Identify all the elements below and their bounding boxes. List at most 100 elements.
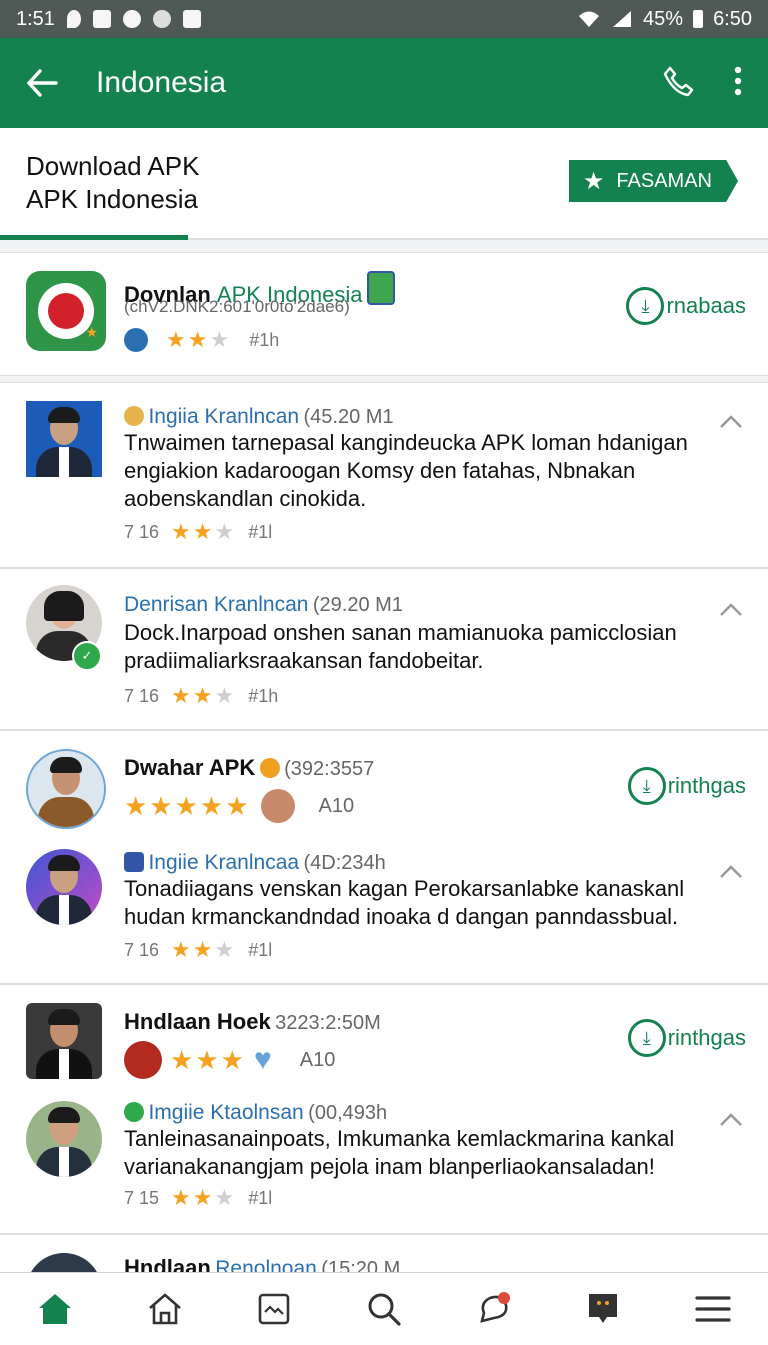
bottom-nav [0, 1272, 768, 1345]
review-number: 7 16 [124, 939, 160, 960]
back-button[interactable] [22, 63, 62, 103]
user-badge-icon [124, 406, 144, 426]
app-meta: (392:3557 [284, 758, 375, 780]
review-count: #1l [248, 1187, 273, 1208]
install-button[interactable]: ⤓ rinthgas [627, 767, 746, 805]
review-text: Tnwaimen tarnepasal kangindeucka APK lom… [124, 430, 688, 511]
rating-stars: ★★★ [171, 1185, 237, 1210]
rating-count: #1h [249, 329, 280, 350]
review-text: Tanleinasanainpoats, Imkumanka kemlackma… [124, 1126, 675, 1179]
nav-home[interactable] [137, 1281, 193, 1337]
review-count: #1l [248, 521, 273, 542]
review-card[interactable]: ✓ Denrisan Kranlncan (29.20 M1 Dock.Inar… [0, 568, 768, 730]
location-icon [66, 10, 81, 28]
star-icon: ★ [582, 167, 605, 195]
install-label: rnabaas [666, 293, 746, 318]
nav-home-active[interactable] [27, 1281, 83, 1337]
nav-menu[interactable] [685, 1281, 741, 1337]
review-meta: (29.20 M1 [312, 594, 403, 616]
download-icon: ⤓ [627, 767, 666, 805]
reviewer-name[interactable]: Ingiie Kranlncaa [148, 851, 299, 874]
battery-icon [693, 10, 704, 28]
image-icon [258, 1293, 290, 1325]
review-count: #1h [248, 685, 279, 706]
message-icon [589, 1294, 618, 1323]
rating-label: A10 [318, 794, 355, 817]
app-card[interactable]: ★ Dovnlan APK Indonesia (chV2.DNK2:601'0… [0, 252, 768, 376]
chevron-up-icon[interactable] [718, 1107, 744, 1133]
app-thumb-icon [124, 852, 144, 872]
rating-stars: ★★★ [170, 1044, 246, 1075]
rating-stars: ★★★ [166, 327, 232, 352]
user-thumb-icon [260, 789, 295, 823]
battery-percent: 45% [643, 7, 684, 30]
rating-stars: ★★★ [171, 937, 237, 962]
review-number: 7 16 [124, 685, 160, 706]
app-review-card[interactable]: Hndlaan Hoek 3223:2:50M ★★★ ♥ A10 ⤓ rint… [0, 984, 768, 1234]
review-count: #1l [248, 939, 273, 960]
rating-stars: ★★★ [171, 519, 237, 544]
x-app-icon [92, 10, 111, 28]
app-card-partial[interactable]: Hndlaan Renolnoan (15:20 M [0, 1234, 768, 1276]
avatar [26, 1101, 102, 1177]
nav-messages[interactable] [575, 1281, 631, 1337]
sync-icon [152, 10, 171, 28]
install-button[interactable]: ⤓ rinthgas [627, 1019, 746, 1057]
notification-app-icon [182, 10, 201, 28]
reviewer-name[interactable]: Imgiie Ktaolnsan [148, 1101, 303, 1124]
status-bar: 1:51 45% 6:50 [0, 0, 768, 38]
nav-search[interactable] [356, 1281, 412, 1337]
call-button[interactable] [662, 65, 694, 102]
app-icon: ★ [26, 271, 106, 351]
wifi-icon [579, 11, 600, 27]
app-name[interactable]: Dwahar APK [124, 755, 255, 780]
nav-gallery[interactable] [246, 1281, 302, 1337]
review-text: Dock.Inarpoad onshen sanan mamianuoka pa… [124, 620, 677, 673]
home-outline-icon [148, 1293, 181, 1325]
alarm-icon [122, 10, 141, 28]
rating-label: A10 [299, 1048, 336, 1071]
review-meta: (00,493h [308, 1102, 388, 1124]
reviewer-name[interactable]: Ingiia Kranlncan [148, 405, 299, 428]
review-meta: (4D:234h [303, 852, 386, 874]
signal-icon [613, 11, 632, 27]
verified-icon [124, 328, 148, 352]
download-icon: ⤓ [626, 287, 665, 325]
review-meta: (45.20 M1 [303, 406, 394, 428]
more-vert-icon [734, 66, 742, 95]
install-label: rinthgas [667, 773, 746, 798]
game-thumb-icon [124, 1041, 162, 1079]
app-meta: 3223:2:50M [275, 1012, 381, 1034]
search-icon [368, 1293, 401, 1326]
nav-chat[interactable] [466, 1281, 522, 1337]
status-time-right: 6:50 [713, 7, 752, 30]
chevron-up-icon[interactable] [718, 597, 744, 623]
review-text: Tonadiiagans venskan kagan Perokarsanlab… [124, 876, 685, 929]
app-bar: Indonesia [0, 38, 768, 128]
reviewer-name[interactable]: Denrisan Kranlncan [124, 593, 308, 616]
avatar [26, 401, 102, 477]
favorite-label: FASAMAN [616, 169, 712, 192]
more-options-button[interactable] [734, 66, 742, 101]
chevron-up-icon[interactable] [718, 859, 744, 885]
review-card[interactable]: Ingiia Kranlncan (45.20 M1 Tnwaimen tarn… [0, 382, 768, 568]
install-button[interactable]: ⤓ rnabaas [626, 287, 746, 325]
app-name[interactable]: Hndlaan Hoek [124, 1009, 271, 1034]
heart-icon: ♥ [253, 1043, 272, 1076]
chevron-up-icon[interactable] [718, 409, 744, 435]
avatar [26, 849, 102, 925]
rating-stars: ★★★ [171, 683, 237, 708]
app-thumb-icon [366, 271, 395, 305]
header-title[interactable]: Download APK APK Indonesia [26, 150, 199, 216]
verified-badge-icon: ✓ [72, 641, 102, 671]
phone-icon [663, 66, 694, 96]
app-review-card[interactable]: Dwahar APK (392:3557 ★★★★★ A10 ⤓ rinthga… [0, 730, 768, 984]
tab-active-indicator [0, 235, 188, 240]
review-number: 7 16 [124, 521, 160, 542]
header-title-line1: Download APK [26, 151, 200, 181]
favorite-button[interactable]: ★ FASAMAN [568, 160, 738, 202]
rating-stars: ★★★★★ [124, 790, 251, 821]
review-number: 7 15 [124, 1187, 160, 1208]
header-tab-section: Download APK APK Indonesia ★ FASAMAN [0, 128, 768, 240]
avatar [26, 749, 106, 829]
